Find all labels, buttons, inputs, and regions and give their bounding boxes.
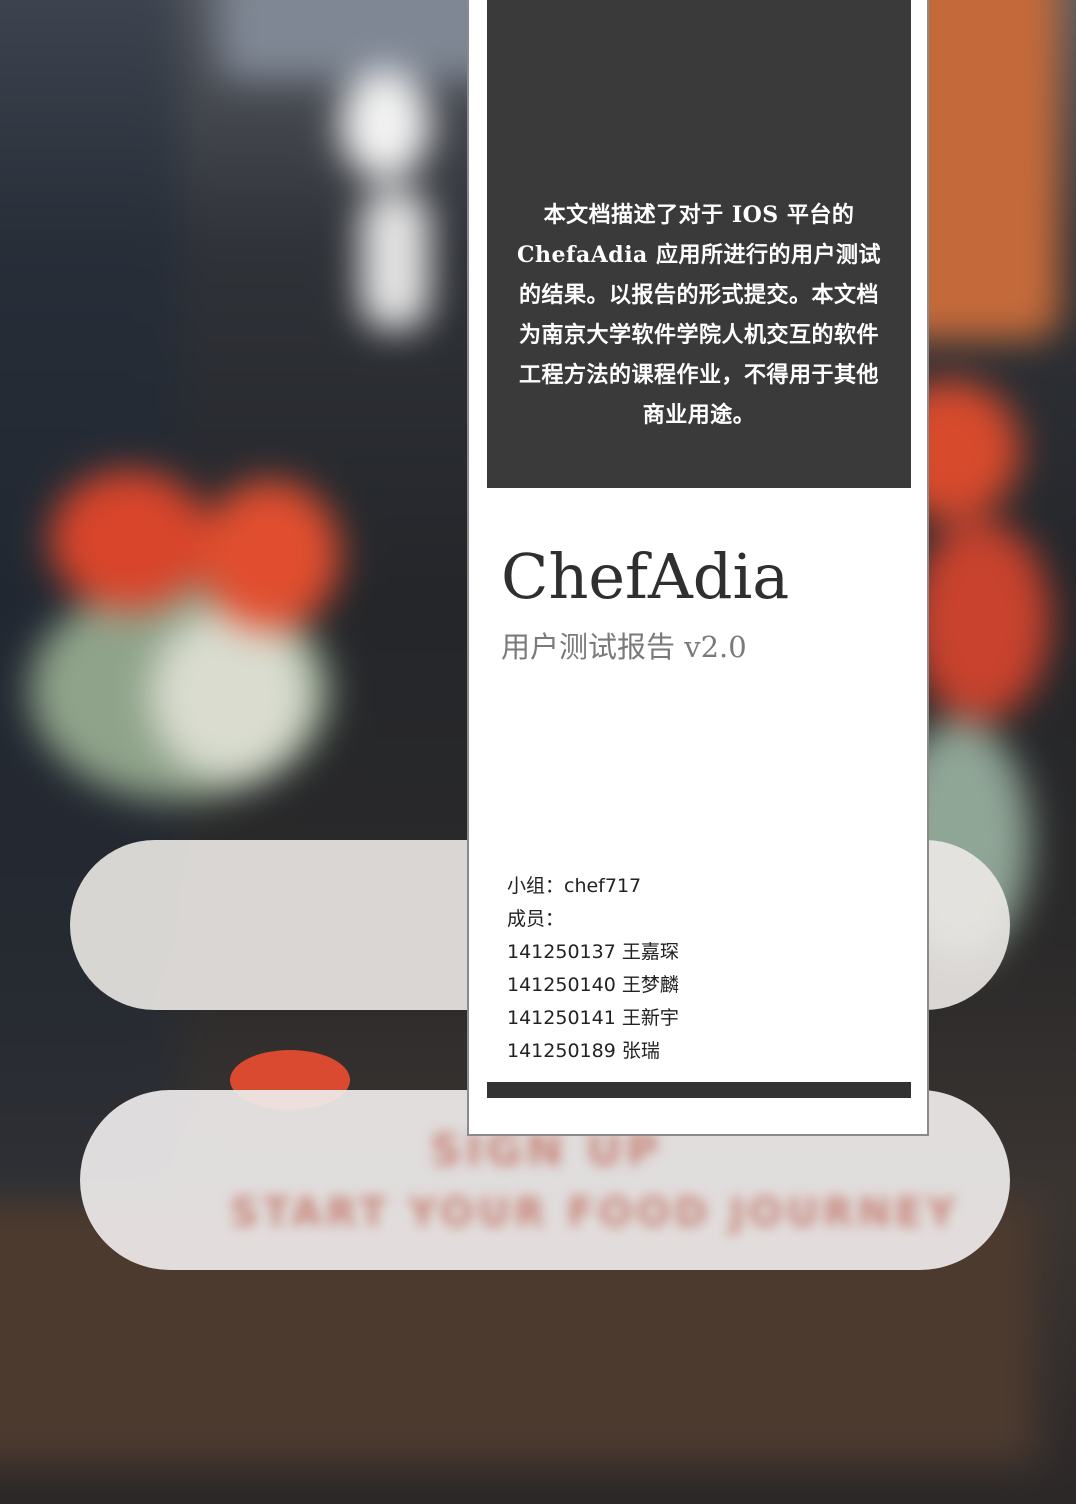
team-info: 小组：chef717 成员： 141250137 王嘉琛 141250140 王… bbox=[507, 870, 679, 1068]
background-faint-text: START YOUR FOOD JOURNEY bbox=[230, 1190, 960, 1236]
member-item: 141250137 王嘉琛 bbox=[507, 941, 679, 963]
members-label: 成员： bbox=[507, 908, 565, 930]
document-subtitle: 用户测试报告 v2.0 bbox=[501, 630, 747, 664]
description-box: 本文档描述了对于 IOS 平台的 ChefaAdia 应用所进行的用户测试的结果… bbox=[487, 0, 911, 488]
member-item: 141250141 王新宇 bbox=[507, 1007, 679, 1029]
member-item: 141250189 张瑞 bbox=[507, 1040, 660, 1062]
document-description: 本文档描述了对于 IOS 平台的 ChefaAdia 应用所进行的用户测试的结果… bbox=[517, 202, 881, 428]
member-item: 141250140 王梦麟 bbox=[507, 974, 679, 996]
team-line: 小组：chef717 bbox=[507, 875, 642, 897]
cover-card: 本文档描述了对于 IOS 平台的 ChefaAdia 应用所进行的用户测试的结果… bbox=[467, 0, 929, 1136]
document-title: ChefAdia bbox=[501, 540, 790, 613]
bottom-divider-bar bbox=[487, 1082, 911, 1098]
